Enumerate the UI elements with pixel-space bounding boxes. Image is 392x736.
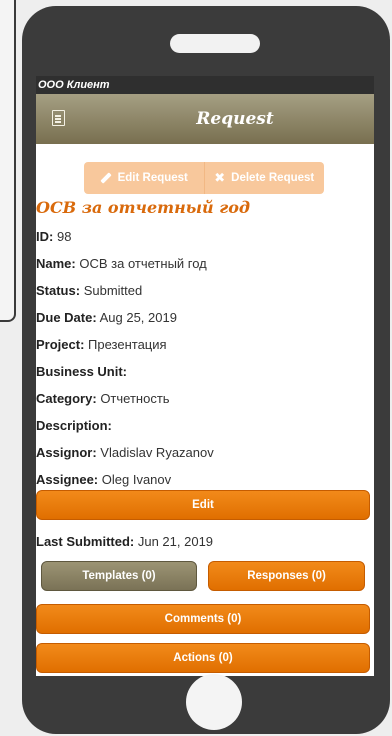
field-id: ID: 98 <box>36 229 71 244</box>
field-label: Business Unit: <box>36 364 128 379</box>
app-screen: ООО Клиент Request Edit Request ✖ Delete… <box>36 76 374 676</box>
field-category: Category: Отчетность <box>36 391 170 406</box>
field-value: Submitted <box>83 283 143 298</box>
responses-button[interactable]: Responses (0) <box>208 561 365 591</box>
comments-button[interactable]: Comments (0) <box>36 604 370 634</box>
field-value: Vladislav Ryazanov <box>100 445 214 460</box>
page-title: Request <box>196 109 274 129</box>
pencil-icon <box>99 172 112 184</box>
field-description: Description: <box>36 418 112 433</box>
field-label: Category: <box>36 391 97 406</box>
phone-frame: ООО Клиент Request Edit Request ✖ Delete… <box>22 6 390 734</box>
field-label: Description: <box>36 418 112 433</box>
actions-button[interactable]: Actions (0) <box>36 643 370 673</box>
edit-request-button[interactable]: Edit Request <box>84 162 204 194</box>
request-title: ОСВ за отчетный год <box>36 198 251 217</box>
edit-request-label: Edit Request <box>117 172 188 184</box>
templates-button[interactable]: Templates (0) <box>41 561 197 591</box>
close-icon: ✖ <box>214 170 226 185</box>
field-label: Name: <box>36 256 76 271</box>
document-icon[interactable] <box>52 110 65 126</box>
field-value: Jun 21, 2019 <box>137 534 214 549</box>
field-label: Assignee: <box>36 472 99 487</box>
field-value: Презентация <box>88 337 167 352</box>
home-button[interactable] <box>186 674 242 730</box>
field-label: Last Submitted: <box>36 534 135 549</box>
field-status: Status: Submitted <box>36 283 142 298</box>
phone-speaker <box>170 34 260 53</box>
field-assignee: Assignee: Oleg Ivanov <box>36 472 171 487</box>
field-value: Aug 25, 2019 <box>99 310 177 325</box>
field-value: 98 <box>56 229 72 244</box>
field-project: Project: Презентация <box>36 337 167 352</box>
field-value: Отчетность <box>100 391 170 406</box>
field-label: Project: <box>36 337 85 352</box>
delete-request-label: Delete Request <box>231 172 315 184</box>
field-label: ID: <box>36 229 54 244</box>
field-label: Assignor: <box>36 445 97 460</box>
company-bar: ООО Клиент <box>36 76 374 94</box>
field-label: Due Date: <box>36 310 97 325</box>
field-due-date: Due Date: Aug 25, 2019 <box>36 310 177 325</box>
background-panel <box>0 0 16 322</box>
field-name: Name: ОСВ за отчетный год <box>36 256 207 271</box>
field-value: ОСВ за отчетный год <box>79 256 207 271</box>
edit-button[interactable]: Edit <box>36 490 370 520</box>
field-last-submitted: Last Submitted: Jun 21, 2019 <box>36 534 213 549</box>
field-label: Status: <box>36 283 81 298</box>
field-value: Oleg Ivanov <box>101 472 172 487</box>
field-business-unit: Business Unit: <box>36 364 127 379</box>
field-assignor: Assignor: Vladislav Ryazanov <box>36 445 214 460</box>
request-actions: Edit Request ✖ Delete Request <box>84 162 324 194</box>
page-header: Request <box>36 94 374 144</box>
delete-request-button[interactable]: ✖ Delete Request <box>203 162 324 194</box>
